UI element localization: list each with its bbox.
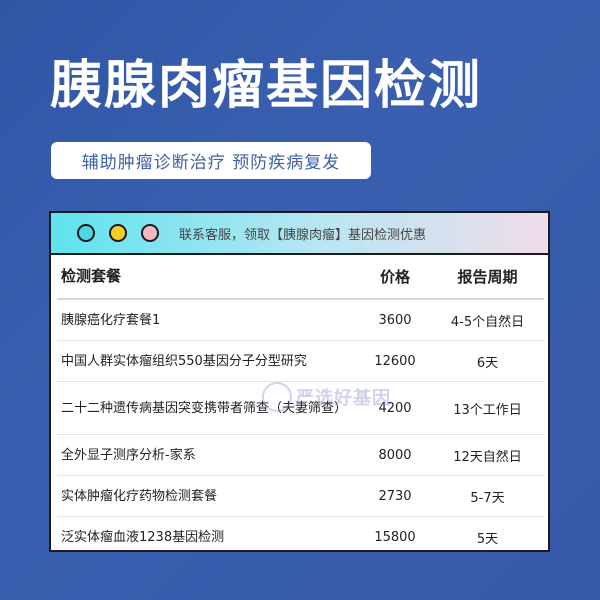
table-row: 全外显子测序分析-家系 8000 12天自然日 <box>57 434 544 476</box>
period-cell: 13个工作日 <box>431 381 544 435</box>
package-name-cell: 泛实体瘤血液1238基因检测 <box>61 529 225 545</box>
package-name-cell: 全外显子测序分析-家系 <box>57 434 359 476</box>
price-cell: 2730 <box>359 475 431 517</box>
table-header-row: 检测套餐 价格 报告周期 <box>57 255 544 300</box>
price-cell: 8000 <box>359 434 431 476</box>
price-cell: 15800 <box>374 529 416 545</box>
yellow-dot-icon <box>109 224 127 242</box>
pink-dot-icon <box>141 224 159 242</box>
table-row: 胰腺癌化疗套餐1 3600 4-5个自然日 <box>57 299 544 341</box>
page-title: 胰腺肉瘤基因检测 <box>50 56 483 116</box>
contact-service-text[interactable]: 联系客服，领取【胰腺肉瘤】基因检测优惠 <box>179 224 426 243</box>
package-name-cell: 实体肿瘤化疗药物检测套餐 <box>57 475 359 517</box>
package-name-cell: 二十二种遗传病基因突变携带者筛查（夫妻筛查） <box>57 381 359 435</box>
package-table: 检测套餐 价格 报告周期 胰腺癌化疗套餐1 3600 4-5个自然日 中国人群实… <box>57 255 544 551</box>
package-card: 联系客服，领取【胰腺肉瘤】基因检测优惠 检测套餐 价格 报告周期 胰腺癌化疗套餐… <box>49 211 550 552</box>
package-name-cell: 胰腺癌化疗套餐1 <box>57 299 359 341</box>
period-cell: 5天 <box>476 531 499 547</box>
table-row: 实体肿瘤化疗药物检测套餐 2730 5-7天 <box>57 475 544 517</box>
table-row: 二十二种遗传病基因突变携带者筛查（夫妻筛查） 4200 13个工作日 <box>57 381 544 435</box>
period-cell: 12天自然日 <box>431 434 544 476</box>
price-cell: 3600 <box>359 299 431 341</box>
table-row: 中国人群实体瘤组织550基因分子分型研究 12600 6天 <box>57 340 544 382</box>
period-cell: 6天 <box>431 340 544 382</box>
teal-dot-icon <box>77 224 95 242</box>
table-row: 泛实体瘤血液1238基因检测 15800 5天 <box>57 517 544 551</box>
column-header-package: 检测套餐 <box>57 255 359 300</box>
card-header: 联系客服，领取【胰腺肉瘤】基因检测优惠 <box>51 213 548 255</box>
period-cell: 5-7天 <box>431 475 544 517</box>
price-cell: 12600 <box>359 340 431 382</box>
column-header-price: 价格 <box>359 255 431 300</box>
subtitle-text: 辅助肿瘤诊断治疗 预防疾病复发 <box>81 153 341 173</box>
package-name-cell: 中国人群实体瘤组织550基因分子分型研究 <box>57 340 359 382</box>
column-header-period: 报告周期 <box>431 255 544 300</box>
price-cell: 4200 <box>359 381 431 435</box>
subtitle-badge: 辅助肿瘤诊断治疗 预防疾病复发 <box>51 142 371 179</box>
period-cell: 4-5个自然日 <box>431 299 544 341</box>
